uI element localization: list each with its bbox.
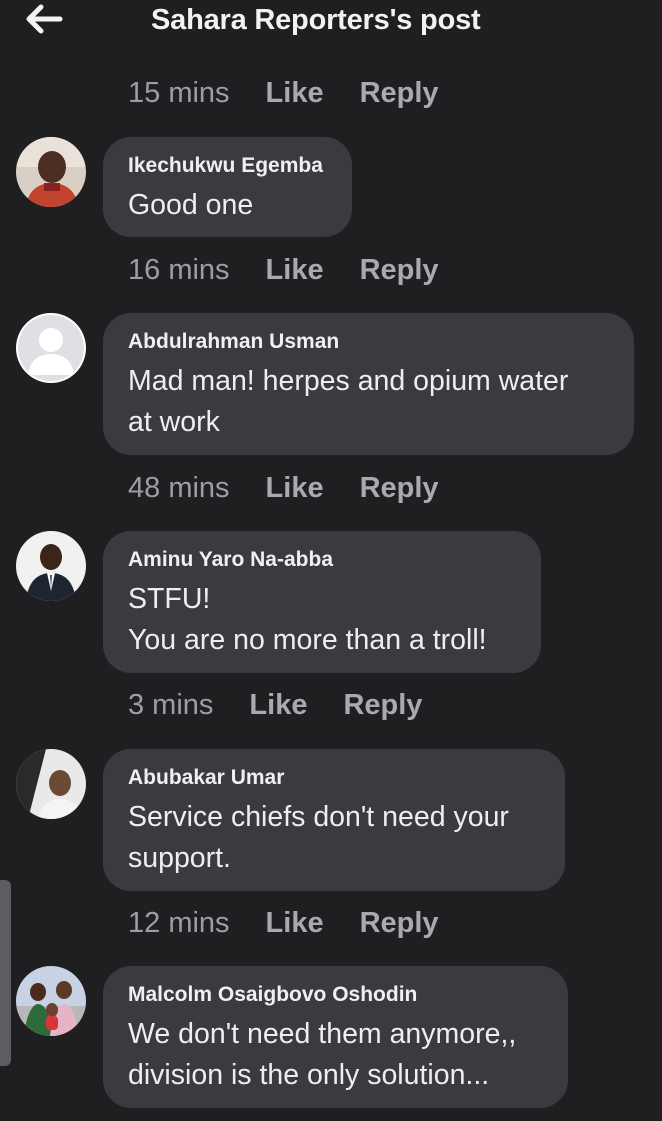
comment-text: Mad man! herpes and opium water at work <box>128 365 569 438</box>
arrow-left-icon <box>24 4 68 42</box>
reply-button[interactable]: Reply <box>360 254 439 287</box>
avatar[interactable] <box>16 966 86 1036</box>
comment-meta-row: 12 mins Like Reply <box>128 903 439 943</box>
avatar[interactable] <box>16 313 86 383</box>
comment-timestamp: 12 mins <box>128 906 230 939</box>
comment-author[interactable]: Abdulrahman Usman <box>128 329 610 355</box>
comment-bubble: Ikechukwu Egemba Good one <box>103 137 352 237</box>
comment-meta-row: 3 mins Like Reply <box>128 685 422 725</box>
avatar[interactable] <box>16 531 86 601</box>
reply-button[interactable]: Reply <box>360 907 439 940</box>
comment-author[interactable]: Abubakar Umar <box>128 765 541 791</box>
comment-timestamp: 16 mins <box>128 253 230 286</box>
comment-author[interactable]: Ikechukwu Egemba <box>128 153 328 179</box>
comment-bubble: Abubakar Umar Service chiefs don't need … <box>103 749 565 891</box>
comment-meta-row: 15 mins Like Reply <box>128 73 439 113</box>
like-button[interactable]: Like <box>266 472 324 505</box>
avatar[interactable] <box>16 137 86 207</box>
reply-button[interactable]: Reply <box>343 689 422 722</box>
comment-bubble: Malcolm Osaigbovo Oshodin We don't need … <box>103 966 568 1108</box>
comment-author[interactable]: Malcolm Osaigbovo Oshodin <box>128 982 544 1008</box>
like-button[interactable]: Like <box>266 254 324 287</box>
comment-text: We don't need them anymore,, division is… <box>128 1018 517 1091</box>
scroll-handle[interactable] <box>0 880 11 1066</box>
like-button[interactable]: Like <box>266 907 324 940</box>
comment-bubble: Aminu Yaro Na-abba STFU! You are no more… <box>103 531 541 673</box>
page-title: Sahara Reporters's post <box>151 4 481 36</box>
comment-meta-row: 16 mins Like Reply <box>128 250 439 290</box>
comment-timestamp: 48 mins <box>128 471 230 504</box>
top-bar: Sahara Reporters's post <box>0 0 662 46</box>
like-button[interactable]: Like <box>249 689 307 722</box>
comment-timestamp: 3 mins <box>128 688 214 721</box>
comment-text: Service chiefs don't need your support. <box>128 801 509 874</box>
comment-author[interactable]: Aminu Yaro Na-abba <box>128 547 517 573</box>
comment-meta-row: 48 mins Like Reply <box>128 468 439 508</box>
back-button[interactable] <box>24 2 68 38</box>
comment-text: Good one <box>128 189 254 221</box>
reply-button[interactable]: Reply <box>360 77 439 110</box>
like-button[interactable]: Like <box>266 77 324 110</box>
reply-button[interactable]: Reply <box>360 472 439 505</box>
comment-timestamp: 15 mins <box>128 76 230 109</box>
comment-bubble: Abdulrahman Usman Mad man! herpes and op… <box>103 313 634 455</box>
comment-text: STFU! You are no more than a troll! <box>128 583 487 656</box>
avatar[interactable] <box>16 749 86 819</box>
